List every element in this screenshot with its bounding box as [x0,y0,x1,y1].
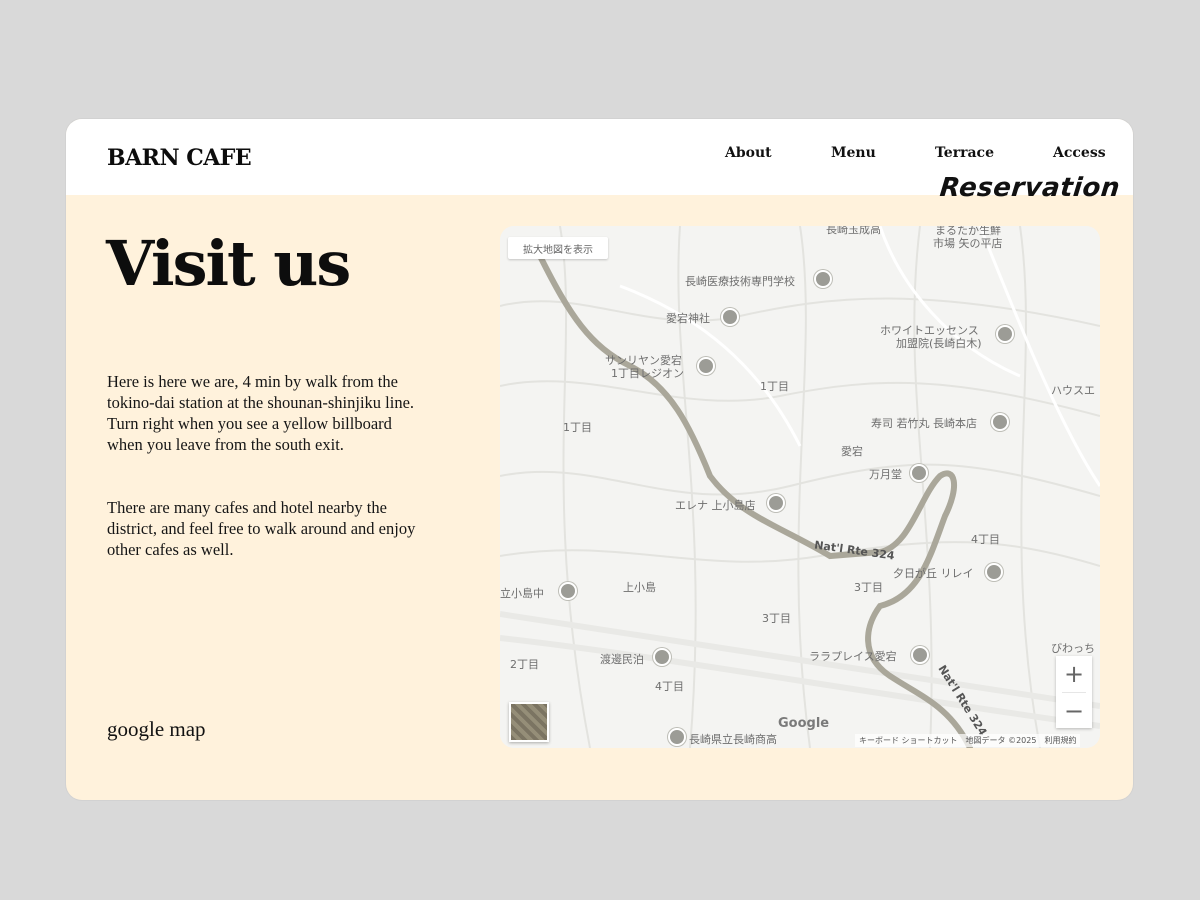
map-label: 上小島 [623,581,656,594]
map-label: 1丁目 [760,380,789,393]
map-attribution[interactable]: キーボード ショートカット 地図データ ©2025 利用規約 [855,734,1081,747]
satellite-toggle-button[interactable] [509,702,549,742]
page-title: Visit us [106,227,351,300]
map-label: 愛宕神社 [666,312,710,325]
map-label: 長崎玉成高 [826,226,881,236]
map-pin-icon[interactable] [910,464,928,482]
google-map[interactable]: 拡大地図を表示 長崎医療技術専門学校 愛宕神社 ホワイトエッセンス 加盟院(長崎… [500,226,1100,748]
nav-terrace-link[interactable]: Terrace [935,145,994,161]
nearby-paragraph: There are many cafes and hotel nearby th… [107,498,416,559]
map-roads [500,226,1100,748]
map-label: 3丁目 [762,612,791,625]
map-label: ハウスエ [1051,384,1095,397]
map-label: 2丁目 [510,658,539,671]
map-label: エレナ 上小島店 [675,499,756,512]
map-pin-icon[interactable] [697,357,715,375]
map-label: びわっち [1051,642,1095,655]
map-label: 寿司 若竹丸 長崎本店 [871,417,977,430]
reservation-link[interactable]: Reservation [938,173,1121,203]
map-label: 4丁目 [971,533,1000,546]
map-pin-icon[interactable] [814,270,832,288]
map-label: 万月堂 [869,468,902,481]
map-pin-icon[interactable] [668,728,686,746]
nav-menu-link[interactable]: Menu [831,145,876,161]
map-pin-icon[interactable] [653,648,671,666]
site-card: BARN CAFE About Menu Terrace Access Rese… [66,119,1133,800]
map-label: 長崎県立長崎商高 [689,733,777,746]
expand-map-button[interactable]: 拡大地図を表示 [508,237,608,259]
brand-logo[interactable]: BARN CAFE [107,145,252,171]
map-pin-icon[interactable] [767,494,785,512]
map-label: ララプレイス愛宕 [809,650,897,663]
map-label: 1丁目レジオン [611,367,684,380]
nav-about-link[interactable]: About [725,145,772,161]
zoom-out-button[interactable]: − [1056,693,1092,729]
map-label: 3丁目 [854,581,883,594]
map-pin-icon[interactable] [559,582,577,600]
map-label: 渡邊民泊 [600,653,644,666]
map-pin-icon[interactable] [996,325,1014,343]
map-label: 市場 矢の平店 [933,237,1003,250]
map-label: 長崎医療技術専門学校 [685,275,795,288]
map-label: 夕日が丘 リレイ [893,567,974,580]
map-label: 加盟院(長崎白木) [896,337,982,350]
satellite-thumbnail-icon [511,704,547,740]
map-pin-icon[interactable] [991,413,1009,431]
map-caption: google map [107,717,206,741]
map-label: 愛宕 [841,445,863,458]
nav-access-link[interactable]: Access [1053,145,1106,161]
map-pin-icon[interactable] [721,308,739,326]
google-logo: Google [778,716,830,731]
map-pin-icon[interactable] [985,563,1003,581]
map-pin-icon[interactable] [911,646,929,664]
map-label: 立小島中 [500,587,544,600]
map-label: 1丁目 [563,421,592,434]
zoom-controls: + − [1056,656,1092,728]
directions-paragraph: Here is here we are, 4 min by walk from … [107,372,415,454]
map-label: 4丁目 [655,680,684,693]
zoom-in-button[interactable]: + [1056,656,1092,692]
